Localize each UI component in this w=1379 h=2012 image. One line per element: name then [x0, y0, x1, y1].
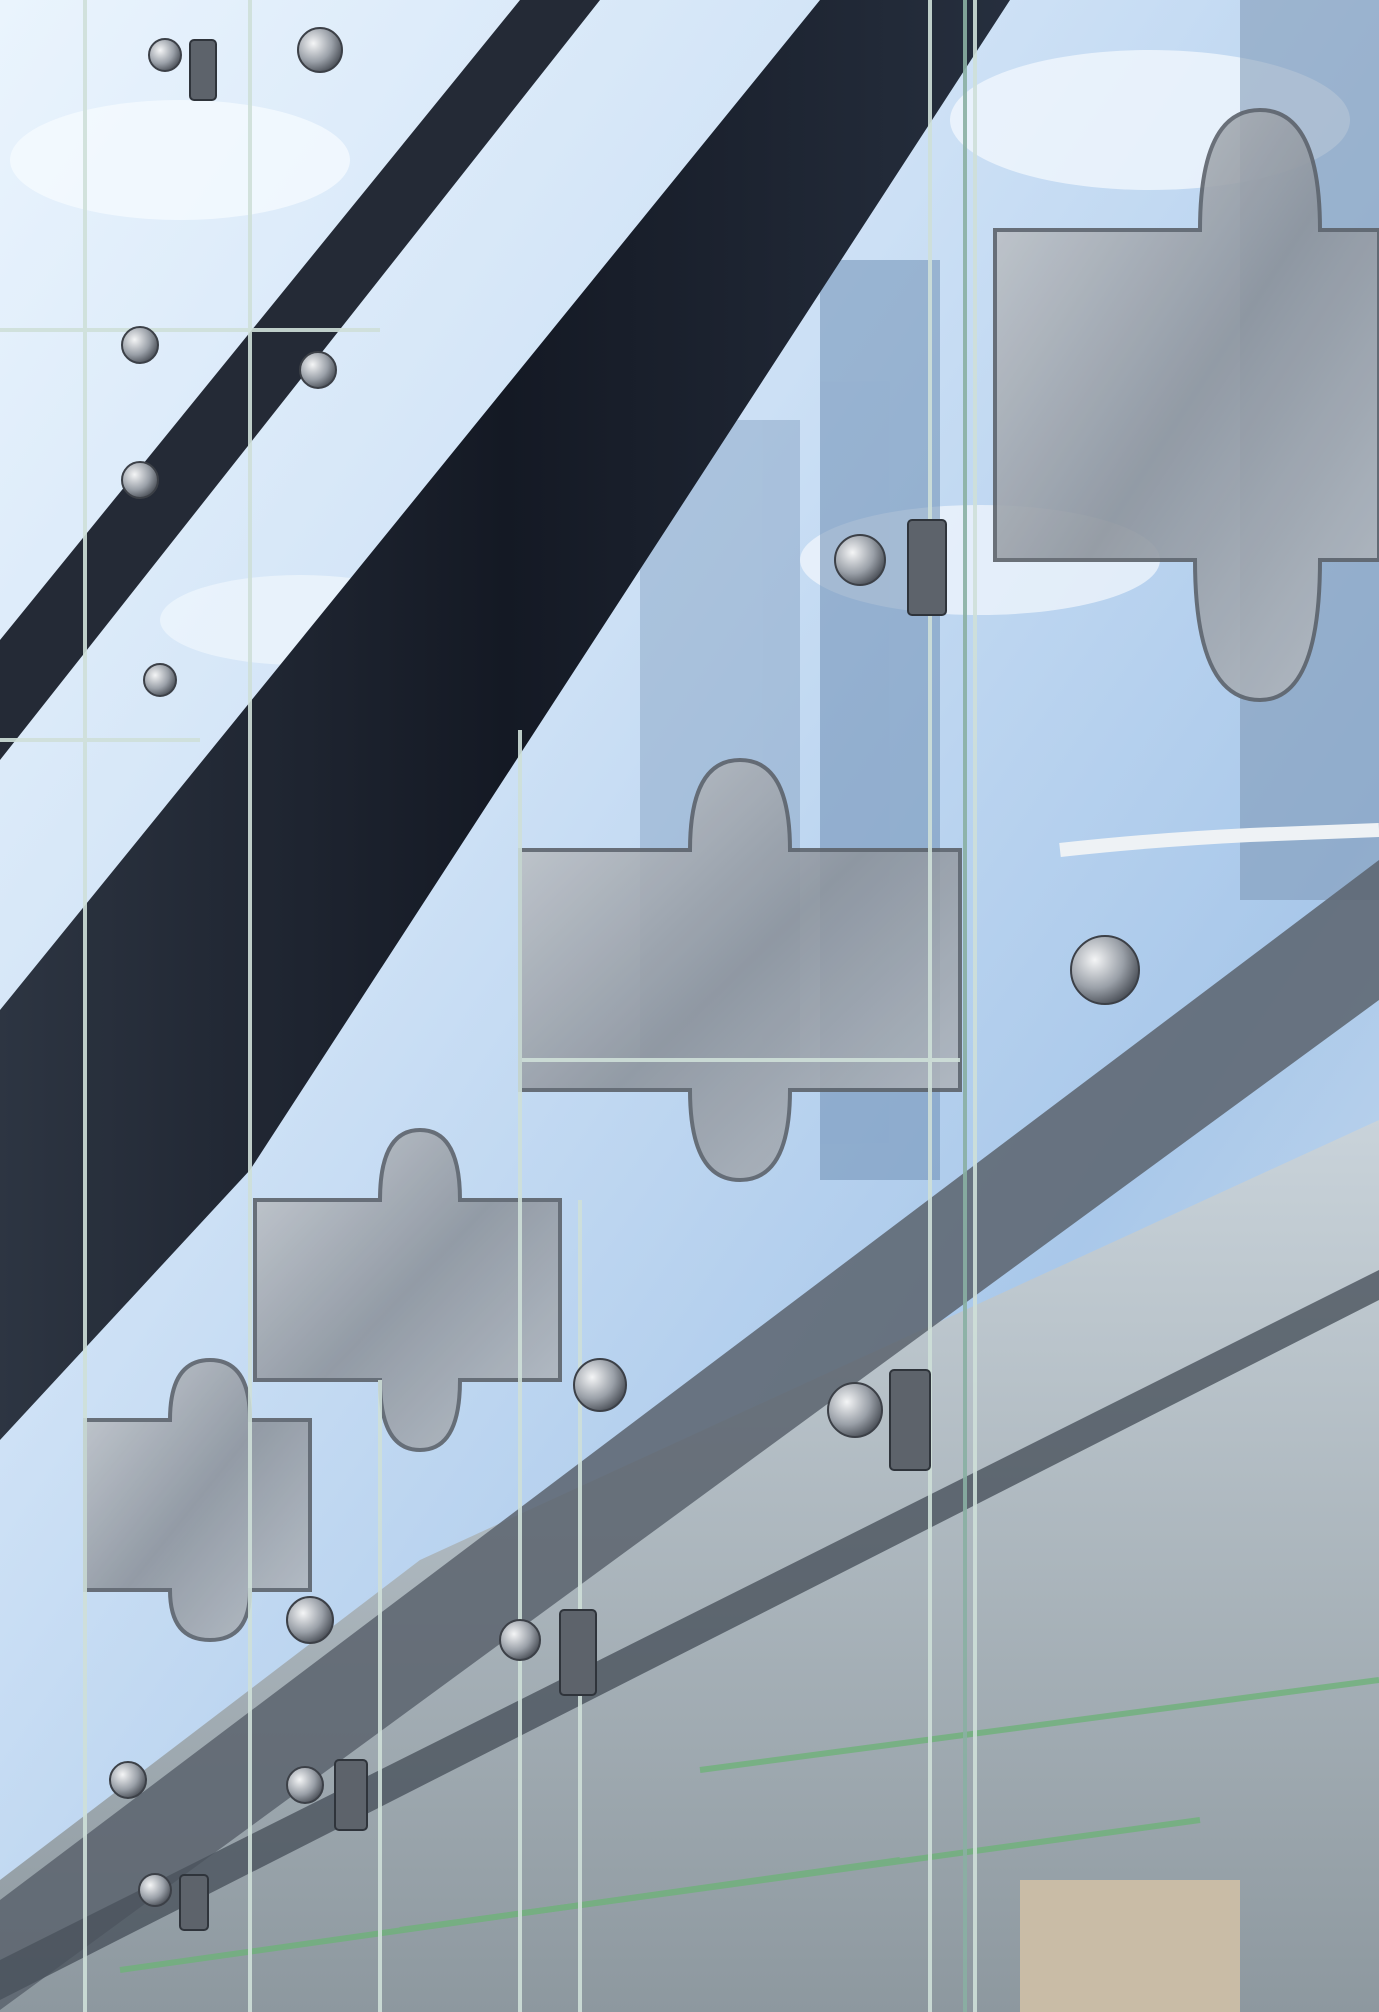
bolt: [148, 38, 182, 72]
bolt: [138, 1873, 172, 1907]
bolt: [834, 534, 886, 586]
clamp: [559, 1609, 597, 1696]
clamp: [889, 1369, 931, 1471]
bolt: [297, 27, 343, 73]
building-bottom-right: [1020, 1880, 1240, 2012]
photo-frame: [0, 0, 1379, 2012]
bolt: [827, 1382, 883, 1438]
bolt: [143, 663, 177, 697]
bolt: [499, 1619, 541, 1661]
bolt: [573, 1358, 627, 1412]
clamp: [907, 519, 947, 616]
bolt: [109, 1761, 147, 1799]
bolt: [286, 1596, 334, 1644]
bolt: [286, 1766, 324, 1804]
clamp: [334, 1759, 368, 1831]
bolt: [121, 326, 159, 364]
bolt: [1070, 935, 1140, 1005]
clamp: [189, 39, 217, 101]
glass-facade-photo: [0, 0, 1379, 2012]
bolt: [299, 351, 337, 389]
clamp: [179, 1874, 209, 1931]
bolt: [121, 461, 159, 499]
